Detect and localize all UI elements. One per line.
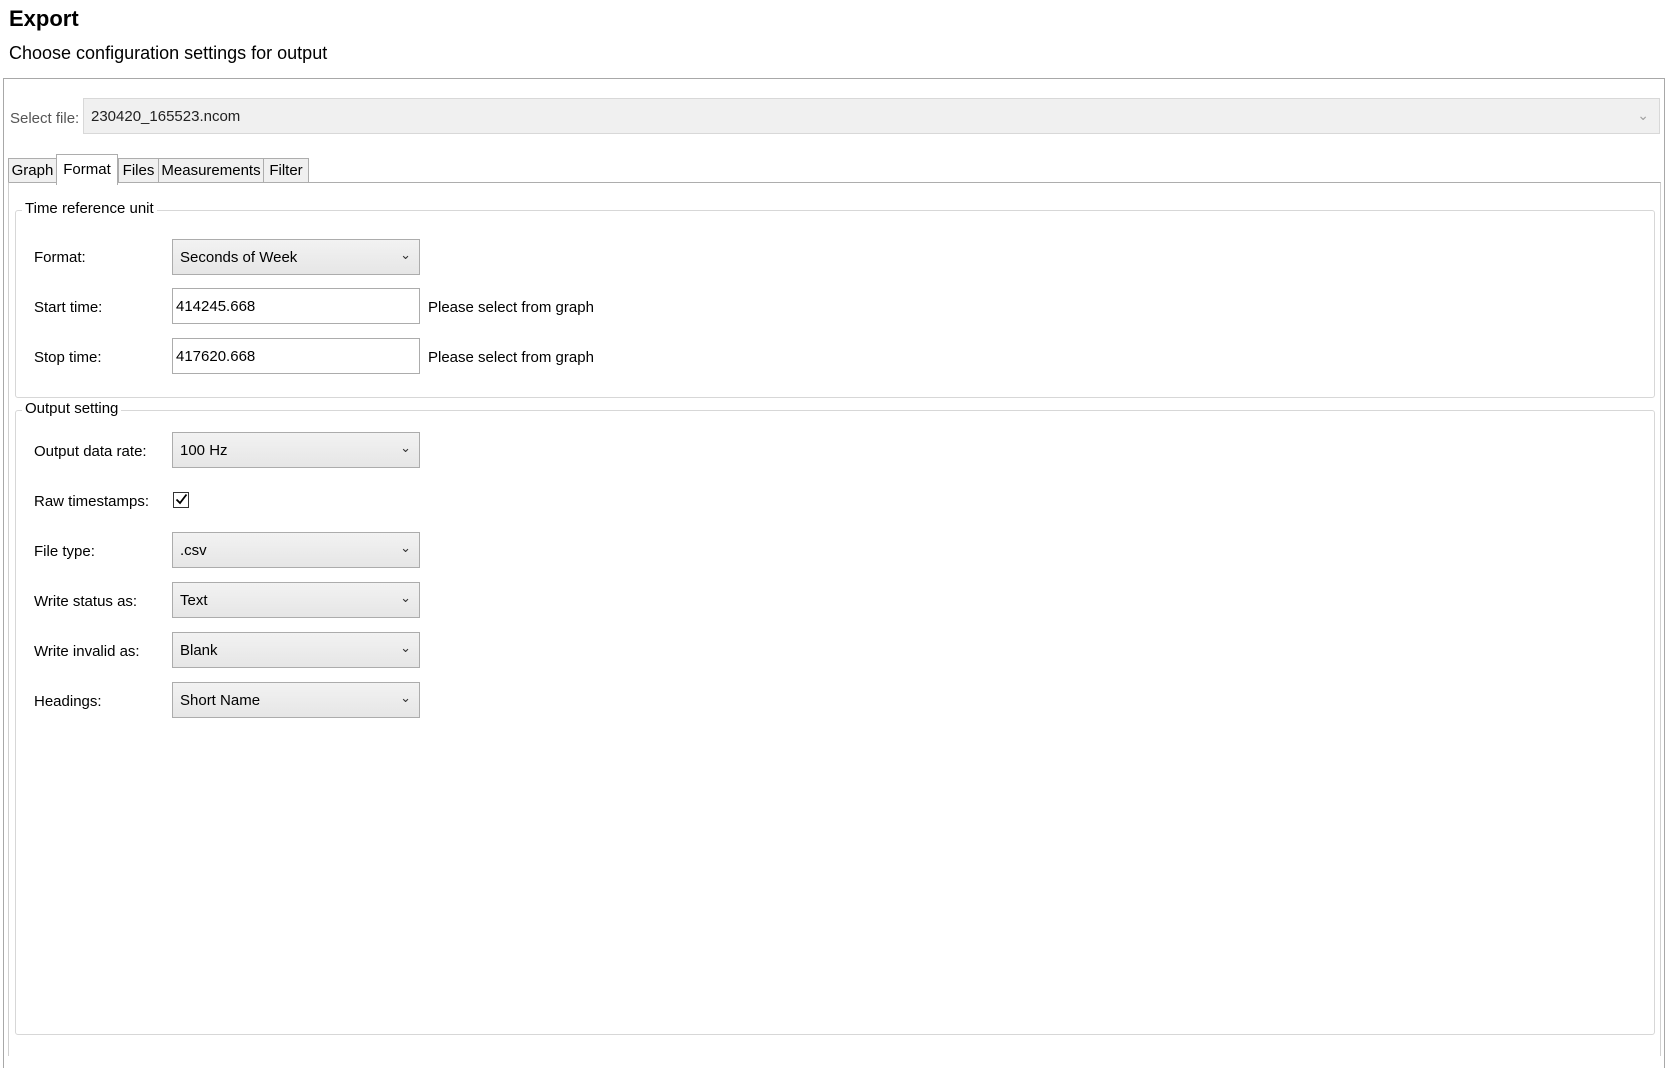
chevron-down-icon: ⌄ <box>400 247 411 262</box>
chevron-down-icon: ⌄ <box>400 540 411 555</box>
tab-graph[interactable]: Graph <box>8 158 57 183</box>
headings-label: Headings: <box>34 693 102 710</box>
output-setting-legend: Output setting <box>22 400 122 417</box>
start-time-input[interactable]: 414245.668 <box>172 288 420 324</box>
stop-time-label: Stop time: <box>34 349 102 366</box>
time-reference-legend: Time reference unit <box>22 200 157 217</box>
format-dropdown[interactable]: Seconds of Week ⌄ <box>172 239 420 275</box>
tab-files[interactable]: Files <box>118 158 159 183</box>
tab-measurements[interactable]: Measurements <box>158 158 264 183</box>
raw-timestamps-checkbox[interactable] <box>173 492 189 508</box>
write-status-label: Write status as: <box>34 593 138 610</box>
stop-time-input[interactable]: 417620.668 <box>172 338 420 374</box>
start-time-hint: Please select from graph <box>428 299 594 316</box>
checkmark-icon <box>175 493 188 505</box>
format-label: Format: <box>34 249 86 266</box>
output-data-rate-label: Output data rate: <box>34 443 147 460</box>
file-type-value: .csv <box>180 542 207 559</box>
raw-timestamps-label: Raw timestamps: <box>34 493 150 510</box>
chevron-down-icon: ⌄ <box>400 440 411 455</box>
headings-dropdown[interactable]: Short Name ⌄ <box>172 682 420 718</box>
start-time-label: Start time: <box>34 299 103 316</box>
page-title: Export <box>9 6 79 31</box>
chevron-down-icon: ⌄ <box>400 640 411 655</box>
stop-time-value: 417620.668 <box>176 348 256 365</box>
chevron-down-icon: ⌄ <box>1637 107 1649 123</box>
select-file-value: 230420_165523.ncom <box>91 108 241 125</box>
start-time-value: 414245.668 <box>176 298 256 315</box>
write-invalid-label: Write invalid as: <box>34 643 140 660</box>
stop-time-hint: Please select from graph <box>428 349 594 366</box>
write-status-value: Text <box>180 592 208 609</box>
output-setting-group <box>15 410 1655 1035</box>
format-value: Seconds of Week <box>180 249 298 266</box>
file-type-label: File type: <box>34 543 95 560</box>
headings-value: Short Name <box>180 692 261 709</box>
page-subtitle: Choose configuration settings for output <box>9 43 328 63</box>
tab-format[interactable]: Format <box>56 154 118 185</box>
file-type-dropdown[interactable]: .csv ⌄ <box>172 532 420 568</box>
write-status-dropdown[interactable]: Text ⌄ <box>172 582 420 618</box>
select-file-dropdown[interactable]: 230420_165523.ncom ⌄ <box>83 98 1660 134</box>
output-data-rate-value: 100 Hz <box>180 442 228 459</box>
chevron-down-icon: ⌄ <box>400 590 411 605</box>
write-invalid-value: Blank <box>180 642 218 659</box>
write-invalid-dropdown[interactable]: Blank ⌄ <box>172 632 420 668</box>
chevron-down-icon: ⌄ <box>400 690 411 705</box>
select-file-label: Select file: <box>10 110 80 127</box>
output-data-rate-dropdown[interactable]: 100 Hz ⌄ <box>172 432 420 468</box>
tab-filter[interactable]: Filter <box>263 158 309 183</box>
